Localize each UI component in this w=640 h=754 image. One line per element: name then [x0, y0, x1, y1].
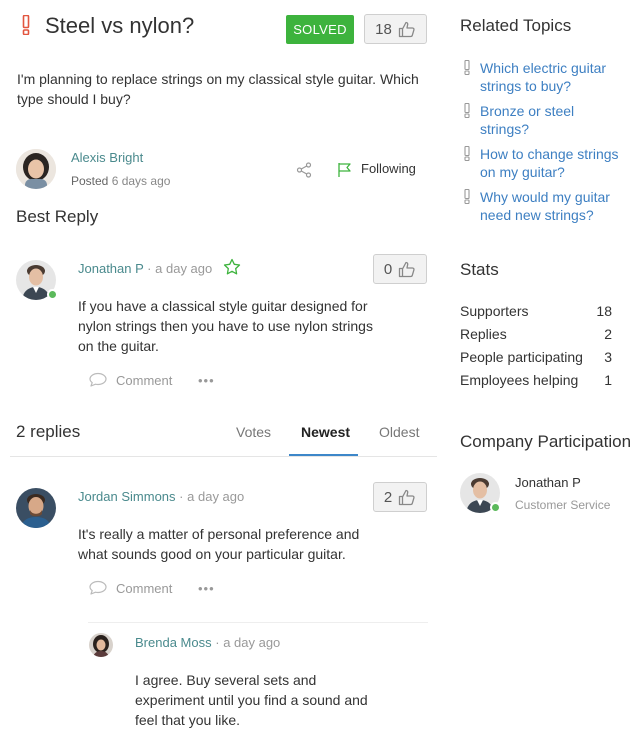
avatar[interactable] — [16, 149, 56, 189]
exclamation-icon — [464, 146, 470, 161]
reply-vote-count: 2 — [383, 488, 393, 506]
meta-separator: · — [215, 635, 220, 650]
best-reply-author[interactable]: Jonathan P — [78, 261, 144, 276]
more-options-ellipsis-icon[interactable]: ••• — [198, 581, 215, 596]
best-reply-body: If you have a classical style guitar des… — [78, 298, 373, 354]
best-reply-comment-button[interactable]: Comment — [88, 372, 172, 388]
question-author-name[interactable]: Alexis Bright — [71, 150, 143, 165]
related-topic-link[interactable]: Why would my guitar need new strings? — [480, 188, 620, 224]
speech-bubble-icon — [89, 372, 107, 387]
online-status-icon — [490, 502, 501, 513]
tab-newest[interactable]: Newest — [301, 424, 350, 440]
stat-label-replies: Replies — [460, 326, 507, 342]
question-exclamation-icon — [22, 15, 30, 35]
follow-button[interactable]: Following — [335, 158, 425, 182]
more-options-ellipsis-icon[interactable]: ••• — [198, 373, 215, 388]
share-icon[interactable] — [296, 162, 312, 178]
meta-separator: · — [179, 489, 184, 504]
stat-label-supporters: Supporters — [460, 303, 529, 319]
question-posted: Posted 6 days ago — [71, 174, 170, 188]
stat-value-people: 3 — [604, 349, 612, 365]
stat-value-supporters: 18 — [596, 303, 612, 319]
question-body: I'm planning to replace strings on my cl… — [17, 71, 419, 107]
best-reply-vote-button[interactable]: 0 — [373, 254, 427, 284]
stat-label-people: People participating — [460, 349, 583, 365]
thumbs-up-icon — [399, 261, 415, 277]
reply-author[interactable]: Jordan Simmons — [78, 489, 176, 504]
thumbs-up-icon — [398, 21, 415, 37]
stat-label-employees: Employees helping — [460, 372, 579, 388]
stats-heading: Stats — [460, 260, 499, 279]
reply-vote-button[interactable]: 2 — [373, 482, 427, 512]
tabs-divider — [10, 456, 437, 457]
best-answer-star-icon[interactable] — [223, 258, 241, 276]
speech-bubble-icon — [89, 580, 107, 595]
related-topics-heading: Related Topics — [460, 16, 572, 35]
active-tab-indicator — [289, 454, 358, 456]
sub-reply-divider — [88, 622, 428, 623]
related-topic-item[interactable]: Why would my guitar need new strings? — [460, 188, 630, 226]
question-title: Steel vs nylon? — [45, 13, 195, 38]
exclamation-icon — [464, 103, 470, 118]
sub-reply-body: I agree. Buy several sets and experiment… — [135, 672, 368, 728]
company-person-name[interactable]: Jonathan P — [515, 475, 581, 490]
tab-votes[interactable]: Votes — [236, 424, 271, 440]
reply-comment-button[interactable]: Comment — [88, 580, 172, 596]
solved-badge: SOLVED — [286, 15, 354, 44]
posted-prefix: Posted — [71, 174, 109, 188]
comment-label: Comment — [116, 372, 173, 388]
related-topic-link[interactable]: How to change strings on my guitar? — [480, 145, 620, 181]
follow-label: Following — [361, 161, 416, 176]
exclamation-icon — [464, 60, 470, 75]
best-reply-time: a day ago — [155, 261, 213, 276]
exclamation-icon — [464, 189, 470, 204]
sub-reply-time: a day ago — [223, 635, 281, 650]
meta-separator: · — [147, 261, 152, 276]
replies-count: 2 replies — [16, 422, 81, 441]
best-reply-meta: Jonathan P · a day ago — [78, 261, 212, 276]
best-reply-vote-count: 0 — [383, 260, 393, 278]
reply-meta: Jordan Simmons · a day ago — [78, 489, 244, 504]
question-vote-count: 18 — [375, 20, 392, 38]
flag-icon — [338, 163, 351, 177]
online-status-icon — [47, 289, 58, 300]
avatar[interactable] — [16, 488, 56, 528]
reply-body: It's really a matter of personal prefere… — [78, 526, 360, 562]
posted-time: 6 days ago — [111, 174, 171, 188]
tab-oldest[interactable]: Oldest — [379, 424, 419, 440]
related-topic-item[interactable]: Which electric guitar strings to buy? — [460, 59, 630, 97]
company-participation-heading: Company Participation — [460, 432, 632, 451]
company-person-role: Customer Service — [515, 498, 611, 512]
related-topic-item[interactable]: How to change strings on my guitar? — [460, 145, 630, 183]
sub-reply-author[interactable]: Brenda Moss — [135, 635, 212, 650]
stat-value-employees: 1 — [604, 372, 612, 388]
avatar[interactable] — [89, 633, 113, 657]
sub-reply-meta: Brenda Moss · a day ago — [135, 635, 280, 650]
reply-time: a day ago — [187, 489, 245, 504]
thumbs-up-icon — [399, 489, 415, 505]
related-topic-link[interactable]: Which electric guitar strings to buy? — [480, 59, 630, 95]
related-topic-link[interactable]: Bronze or steel strings? — [480, 102, 590, 138]
comment-label: Comment — [116, 580, 173, 596]
related-topic-item[interactable]: Bronze or steel strings? — [460, 102, 630, 140]
question-vote-button[interactable]: 18 — [364, 14, 427, 44]
stat-value-replies: 2 — [604, 326, 612, 342]
best-reply-heading: Best Reply — [16, 207, 99, 226]
